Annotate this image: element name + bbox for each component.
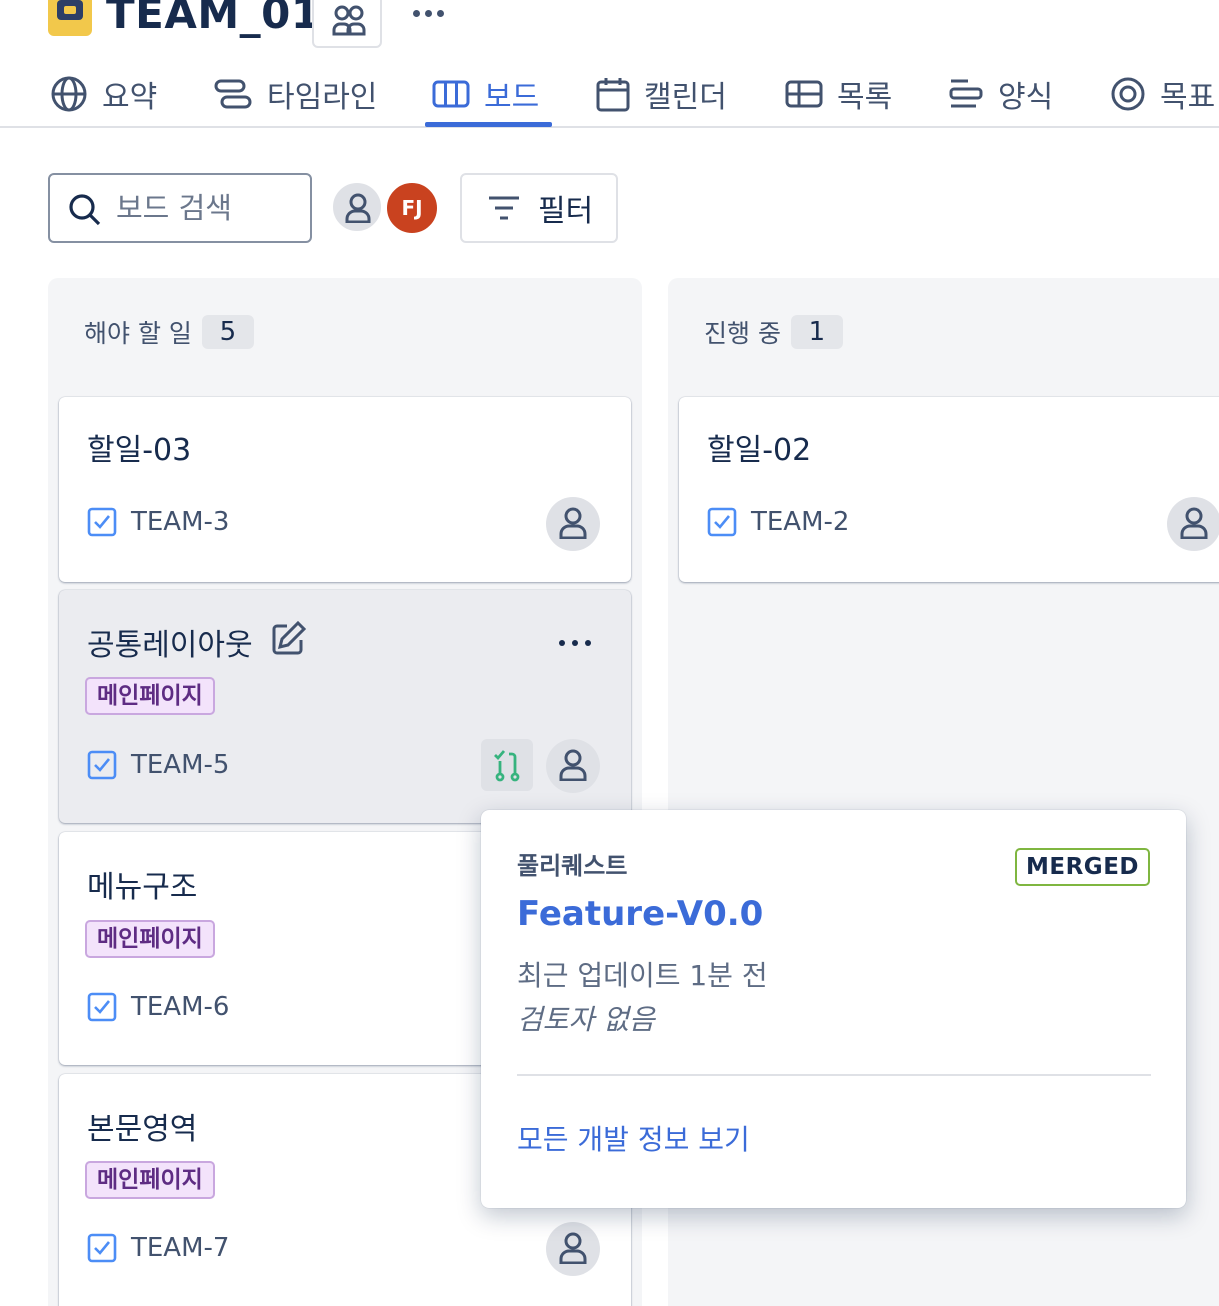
- card-key-label: TEAM-3: [131, 507, 230, 537]
- search-input[interactable]: [116, 185, 296, 231]
- tab-label: 보드: [484, 80, 540, 115]
- tab-label: 양식: [998, 80, 1054, 115]
- people-icon: [332, 5, 366, 36]
- task-checkbox-icon: [87, 1233, 117, 1263]
- tab-summary[interactable]: 요약: [50, 62, 157, 126]
- task-checkbox-icon: [87, 992, 117, 1022]
- pull-request-merged-icon: [494, 750, 520, 782]
- filter-button[interactable]: 필터: [460, 173, 618, 243]
- assignee-avatar[interactable]: [1167, 497, 1219, 551]
- board-icon: [432, 80, 470, 108]
- assignee-avatar[interactable]: [546, 739, 600, 793]
- filter-icon: [489, 196, 519, 220]
- card-label[interactable]: 메인페이지: [85, 920, 215, 958]
- card-key: TEAM-5: [87, 750, 229, 780]
- avatar-user-fj[interactable]: FJ: [384, 180, 440, 236]
- card-key-label: TEAM-2: [751, 507, 850, 537]
- tab-goals[interactable]: 목표: [1110, 62, 1215, 126]
- card-title: 공통레이아웃: [87, 628, 253, 663]
- edit-icon[interactable]: [271, 620, 307, 656]
- issue-card[interactable]: 할일-03 TEAM-3: [59, 397, 631, 582]
- project-tabs: 요약 타임라인 보드 캘린더 목록 양식 목표: [0, 62, 1219, 128]
- board-search[interactable]: [48, 173, 312, 243]
- card-key-label: TEAM-5: [131, 750, 230, 780]
- tab-label: 타임라인: [267, 80, 378, 115]
- active-tab-indicator: [425, 122, 552, 127]
- avatar-unassigned[interactable]: [330, 180, 384, 234]
- column-count: 5: [201, 315, 254, 349]
- card-key: TEAM-2: [707, 507, 849, 537]
- tab-label: 요약: [102, 80, 158, 115]
- column-header: 해야 할 일 5: [84, 314, 254, 350]
- tab-label: 목표: [1160, 80, 1216, 115]
- pull-request-button[interactable]: [481, 739, 533, 791]
- tab-forms[interactable]: 양식: [948, 62, 1053, 126]
- column-header: 진행 중 1: [704, 314, 843, 350]
- project-title: TEAM_01: [106, 0, 321, 38]
- card-title: 할일-02: [707, 433, 812, 468]
- more-actions-button[interactable]: [404, 0, 460, 38]
- more-icon: [413, 10, 444, 17]
- last-updated-text: 최근 업데이트 1분 전: [517, 959, 768, 992]
- card-title: 메뉴구조: [87, 870, 198, 905]
- tab-board[interactable]: 보드: [432, 62, 539, 126]
- reviewers-text: 검토자 없음: [517, 1003, 655, 1036]
- search-icon: [69, 194, 101, 226]
- pull-request-popover: 풀리퀘스트 MERGED Feature-V0.0 최근 업데이트 1분 전 검…: [481, 810, 1186, 1208]
- card-title: 할일-03: [87, 433, 192, 468]
- card-key-label: TEAM-7: [131, 1233, 230, 1263]
- timeline-icon: [214, 79, 252, 109]
- card-label[interactable]: 메인페이지: [85, 677, 215, 715]
- card-more-button[interactable]: [559, 634, 599, 654]
- column-count: 1: [790, 315, 843, 349]
- globe-icon: [51, 76, 87, 112]
- issue-card[interactable]: 할일-02 TEAM-2: [679, 397, 1219, 582]
- card-key: TEAM-3: [87, 507, 229, 537]
- tab-calendar[interactable]: 캘린더: [596, 62, 727, 126]
- more-icon: [559, 640, 591, 646]
- person-icon: [559, 749, 587, 781]
- pull-request-link[interactable]: Feature-V0.0: [517, 894, 763, 934]
- card-key: TEAM-7: [87, 1233, 229, 1263]
- person-icon: [1180, 507, 1208, 539]
- card-title: 본문영역: [87, 1112, 198, 1147]
- team-button[interactable]: [312, 0, 382, 48]
- person-icon: [559, 507, 587, 539]
- tab-list[interactable]: 목록: [785, 62, 892, 126]
- task-checkbox-icon: [87, 507, 117, 537]
- person-icon: [559, 1232, 587, 1264]
- person-icon: [345, 193, 371, 223]
- form-icon: [949, 79, 983, 108]
- project-header: TEAM_01: [0, 0, 1219, 50]
- tab-label: 캘린더: [644, 80, 727, 115]
- status-badge: MERGED: [1015, 848, 1150, 886]
- project-avatar-icon[interactable]: [48, 0, 92, 36]
- task-checkbox-icon: [707, 507, 737, 537]
- issue-card[interactable]: 공통레이아웃 메인페이지 TEAM-5: [59, 590, 631, 823]
- popover-section-title: 풀리퀘스트: [517, 852, 628, 880]
- calendar-icon: [596, 78, 630, 112]
- goal-icon: [1111, 77, 1145, 111]
- task-checkbox-icon: [87, 750, 117, 780]
- column-title: 해야 할 일: [84, 319, 192, 348]
- filter-label: 필터: [538, 194, 594, 229]
- view-all-dev-info-link[interactable]: 모든 개발 정보 보기: [517, 1118, 750, 1158]
- list-icon: [785, 80, 823, 108]
- assignee-avatar[interactable]: [546, 1222, 600, 1276]
- card-label[interactable]: 메인페이지: [85, 1161, 215, 1199]
- tab-timeline[interactable]: 타임라인: [213, 62, 377, 126]
- assignee-avatar[interactable]: [546, 497, 600, 551]
- column-title: 진행 중: [704, 319, 781, 348]
- tab-label: 목록: [837, 80, 893, 115]
- card-key-label: TEAM-6: [131, 992, 230, 1022]
- divider: [517, 1074, 1151, 1076]
- card-key: TEAM-6: [87, 992, 229, 1022]
